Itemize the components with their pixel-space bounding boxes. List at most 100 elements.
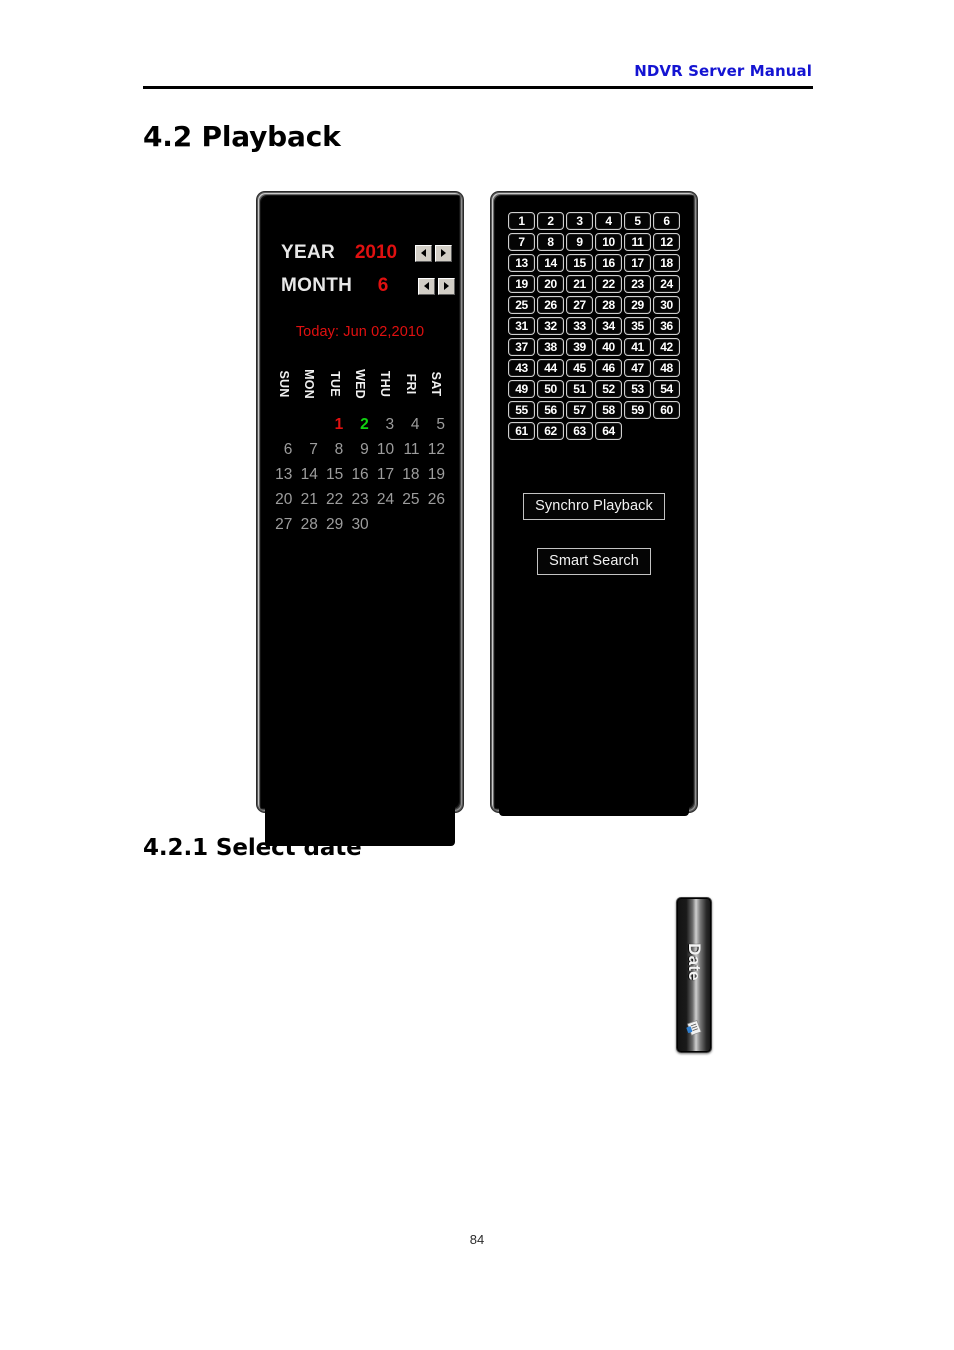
channel-button-35[interactable]: 35 [624,317,651,335]
channel-button-56[interactable]: 56 [537,401,564,419]
calendar-day-13[interactable]: 13 [271,466,296,484]
calendar-day-9[interactable]: 9 [347,441,372,459]
channel-button-33[interactable]: 33 [566,317,593,335]
calendar-day-3[interactable]: 3 [373,416,398,434]
channel-button-53[interactable]: 53 [624,380,651,398]
year-prev-button[interactable] [415,244,432,262]
channel-button-23[interactable]: 23 [624,275,651,293]
channel-button-19[interactable]: 19 [508,275,535,293]
channel-button-49[interactable]: 49 [508,380,535,398]
channel-button-40[interactable]: 40 [595,338,622,356]
calendar-day-20[interactable]: 20 [271,491,296,509]
calendar-day-4[interactable]: 4 [398,416,423,434]
channel-button-3[interactable]: 3 [566,212,593,230]
channel-button-21[interactable]: 21 [566,275,593,293]
channel-button-30[interactable]: 30 [653,296,680,314]
channel-button-64[interactable]: 64 [595,422,622,440]
calendar-day-28[interactable]: 28 [296,516,321,534]
channel-button-62[interactable]: 62 [537,422,564,440]
channel-button-11[interactable]: 11 [624,233,651,251]
channel-button-45[interactable]: 45 [566,359,593,377]
channel-button-20[interactable]: 20 [537,275,564,293]
calendar-day-27[interactable]: 27 [271,516,296,534]
channel-button-5[interactable]: 5 [624,212,651,230]
calendar-day-19[interactable]: 19 [424,466,449,484]
calendar-day-26[interactable]: 26 [424,491,449,509]
channel-button-16[interactable]: 16 [595,254,622,272]
channel-button-22[interactable]: 22 [595,275,622,293]
channel-button-17[interactable]: 17 [624,254,651,272]
calendar-day-2[interactable]: 2 [347,416,372,434]
channel-button-42[interactable]: 42 [653,338,680,356]
channel-button-37[interactable]: 37 [508,338,535,356]
channel-button-6[interactable]: 6 [653,212,680,230]
calendar-day-23[interactable]: 23 [347,491,372,509]
calendar-day-24[interactable]: 24 [373,491,398,509]
channel-button-18[interactable]: 18 [653,254,680,272]
channel-button-61[interactable]: 61 [508,422,535,440]
year-next-button[interactable] [435,244,452,262]
channel-button-59[interactable]: 59 [624,401,651,419]
channel-button-8[interactable]: 8 [537,233,564,251]
channel-button-32[interactable]: 32 [537,317,564,335]
calendar-day-11[interactable]: 11 [398,441,423,459]
calendar-day-21[interactable]: 21 [296,491,321,509]
channel-button-41[interactable]: 41 [624,338,651,356]
channel-button-47[interactable]: 47 [624,359,651,377]
channel-button-60[interactable]: 60 [653,401,680,419]
channel-button-36[interactable]: 36 [653,317,680,335]
calendar-day-14[interactable]: 14 [296,466,321,484]
calendar-day-18[interactable]: 18 [398,466,423,484]
calendar-day-1[interactable]: 1 [322,416,347,434]
channel-button-13[interactable]: 13 [508,254,535,272]
month-prev-button[interactable] [418,277,435,295]
channel-button-31[interactable]: 31 [508,317,535,335]
date-tab[interactable]: Date [676,897,712,1053]
calendar-day-15[interactable]: 15 [322,466,347,484]
calendar-day-7[interactable]: 7 [296,441,321,459]
channel-button-57[interactable]: 57 [566,401,593,419]
month-next-button[interactable] [438,277,455,295]
calendar-day-29[interactable]: 29 [322,516,347,534]
channel-button-44[interactable]: 44 [537,359,564,377]
calendar-day-22[interactable]: 22 [322,491,347,509]
channel-button-25[interactable]: 25 [508,296,535,314]
channel-button-2[interactable]: 2 [537,212,564,230]
calendar-day-8[interactable]: 8 [322,441,347,459]
channel-button-28[interactable]: 28 [595,296,622,314]
channel-button-24[interactable]: 24 [653,275,680,293]
channel-button-51[interactable]: 51 [566,380,593,398]
channel-button-38[interactable]: 38 [537,338,564,356]
calendar-day-25[interactable]: 25 [398,491,423,509]
channel-button-54[interactable]: 54 [653,380,680,398]
channel-button-7[interactable]: 7 [508,233,535,251]
synchro-playback-button[interactable]: Synchro Playback [523,493,665,520]
channel-button-26[interactable]: 26 [537,296,564,314]
calendar-day-5[interactable]: 5 [424,416,449,434]
channel-button-55[interactable]: 55 [508,401,535,419]
channel-button-12[interactable]: 12 [653,233,680,251]
channel-button-63[interactable]: 63 [566,422,593,440]
month-spinner[interactable] [418,277,455,295]
channel-button-39[interactable]: 39 [566,338,593,356]
channel-button-46[interactable]: 46 [595,359,622,377]
channel-button-43[interactable]: 43 [508,359,535,377]
channel-button-50[interactable]: 50 [537,380,564,398]
calendar-day-6[interactable]: 6 [271,441,296,459]
channel-button-58[interactable]: 58 [595,401,622,419]
channel-button-10[interactable]: 10 [595,233,622,251]
channel-button-52[interactable]: 52 [595,380,622,398]
channel-button-4[interactable]: 4 [595,212,622,230]
channel-button-15[interactable]: 15 [566,254,593,272]
channel-button-9[interactable]: 9 [566,233,593,251]
channel-button-14[interactable]: 14 [537,254,564,272]
calendar-day-12[interactable]: 12 [424,441,449,459]
calendar-day-16[interactable]: 16 [347,466,372,484]
calendar-day-17[interactable]: 17 [373,466,398,484]
smart-search-button[interactable]: Smart Search [537,548,651,575]
channel-button-34[interactable]: 34 [595,317,622,335]
calendar-day-30[interactable]: 30 [347,516,372,534]
calendar-day-10[interactable]: 10 [373,441,398,459]
channel-button-29[interactable]: 29 [624,296,651,314]
year-spinner[interactable] [415,244,452,262]
